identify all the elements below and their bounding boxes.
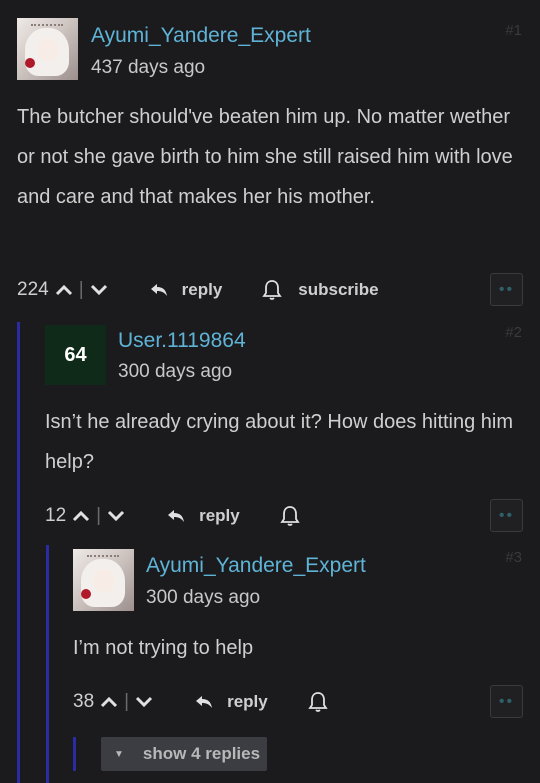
- chevron-down-icon[interactable]: [105, 505, 127, 527]
- chevron-up-icon[interactable]: [98, 691, 120, 713]
- vote-count: 12: [45, 505, 67, 526]
- comment-text: The butcher should've beaten him up. No …: [17, 106, 513, 208]
- comment-username[interactable]: Ayumi_Yandere_Expert: [91, 24, 311, 48]
- reply-button[interactable]: reply: [150, 280, 222, 300]
- more-dots-icon: ••: [498, 692, 515, 710]
- more-options-button[interactable]: ••: [490, 499, 523, 532]
- comment-text: I’m not trying to help: [73, 637, 254, 659]
- comment-actions: 12 | reply: [45, 499, 316, 533]
- subscribe-button[interactable]: subscribe: [262, 279, 379, 301]
- vote-count: 38: [73, 691, 95, 712]
- chevron-up-icon[interactable]: [70, 505, 92, 527]
- reply-arrow-icon: [168, 510, 185, 522]
- vote-separator: |: [96, 505, 102, 526]
- show-replies-button[interactable]: ▼ show 4 replies: [101, 737, 267, 771]
- comment-actions: 224 | reply subscribe: [17, 273, 379, 307]
- thread-line[interactable]: [73, 737, 76, 771]
- more-options-button[interactable]: ••: [490, 273, 523, 306]
- subscribe-button[interactable]: [308, 691, 344, 713]
- bell-icon: [262, 280, 282, 300]
- vote-separator: |: [78, 279, 84, 300]
- comment-actions: 38 | reply: [73, 685, 344, 719]
- user-avatar[interactable]: 64: [45, 325, 106, 385]
- chevron-down-icon[interactable]: [133, 691, 155, 713]
- bell-icon: [280, 506, 300, 526]
- thread-line[interactable]: [46, 545, 49, 783]
- vote-separator: |: [124, 691, 130, 712]
- comment-timestamp: 300 days ago: [118, 361, 233, 382]
- comment-username[interactable]: Ayumi_Yandere_Expert: [146, 554, 366, 578]
- bell-icon: [308, 692, 328, 712]
- reply-arrow-icon: [150, 284, 167, 296]
- more-options-button[interactable]: ••: [490, 685, 523, 718]
- subscribe-button[interactable]: [280, 505, 316, 527]
- chevron-up-icon[interactable]: [53, 279, 75, 301]
- user-avatar[interactable]: [17, 18, 78, 80]
- comment-number[interactable]: #3: [505, 549, 522, 566]
- reply-arrow-icon: [196, 696, 213, 708]
- more-dots-icon: ••: [498, 506, 515, 524]
- comment-text: Isn’t he already crying about it? How do…: [45, 411, 514, 473]
- reply-button[interactable]: reply: [167, 506, 240, 526]
- comment-number[interactable]: #1: [505, 22, 522, 39]
- chevron-down-icon[interactable]: [88, 279, 110, 301]
- comment-timestamp: 300 days ago: [146, 587, 261, 608]
- vote-count: 224: [17, 279, 49, 300]
- comment-timestamp: 437 days ago: [91, 57, 206, 78]
- more-dots-icon: ••: [498, 280, 515, 298]
- comment-number[interactable]: #2: [505, 324, 522, 341]
- thread-line[interactable]: [17, 322, 20, 783]
- reply-button[interactable]: reply: [195, 692, 268, 712]
- comment-username[interactable]: User.1119864: [118, 329, 246, 353]
- caret-down-icon: ▼: [114, 748, 124, 760]
- user-avatar[interactable]: [73, 549, 134, 611]
- show-replies-label: show 4 replies: [142, 744, 261, 763]
